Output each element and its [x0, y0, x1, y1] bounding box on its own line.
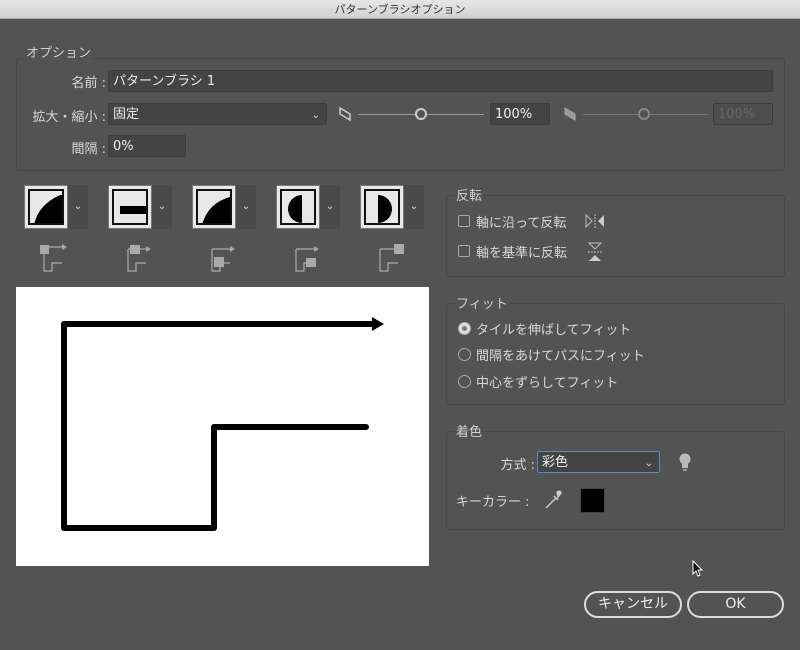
- name-label: 名前 :: [71, 76, 106, 91]
- options-group-label: オプション: [24, 42, 94, 61]
- side-tile-button[interactable]: ⌄: [24, 185, 88, 229]
- mouse-cursor-icon: [692, 560, 704, 577]
- chevron-down-icon[interactable]: ⌄: [152, 185, 172, 229]
- chevron-down-icon[interactable]: ⌄: [68, 185, 88, 229]
- flip-across-label: 軸を基準に反転: [476, 246, 568, 261]
- fit-spacing-radio[interactable]: [458, 348, 471, 361]
- chevron-down-icon[interactable]: ⌄: [236, 185, 256, 229]
- flip-along-icon: [585, 213, 604, 229]
- fit-stretch-label: タイルを伸ばしてフィット: [476, 323, 632, 338]
- flip-group: [446, 195, 785, 277]
- key-color-swatch[interactable]: [580, 488, 605, 513]
- end-tile-type-icon: [379, 244, 404, 272]
- method-dropdown[interactable]: 彩色 ⌄: [537, 451, 660, 473]
- fit-stretch-radio[interactable]: [458, 322, 471, 335]
- end-tile-button[interactable]: ⌄: [360, 185, 424, 229]
- flip-group-label: 反転: [454, 185, 485, 204]
- chevron-down-icon: ⌄: [644, 458, 653, 469]
- lightbulb-tip-icon[interactable]: [678, 452, 692, 472]
- fit-spacing-label: 間隔をあけてパスにフィット: [476, 349, 645, 364]
- inner-corner-tile-button[interactable]: ⌄: [192, 185, 256, 229]
- scale-slider-knob[interactable]: [415, 108, 427, 120]
- flip-across-checkbox[interactable]: [458, 245, 470, 257]
- method-dropdown-value: 彩色: [542, 455, 569, 470]
- eyedropper-icon[interactable]: [543, 489, 563, 511]
- key-color-label: キーカラー :: [456, 495, 530, 510]
- scale-percent-disabled-input: 100%: [713, 103, 773, 125]
- start-tile-type-icon: [295, 246, 319, 272]
- flip-across-icon: [587, 242, 603, 261]
- title-bar: パターンブラシオプション: [0, 0, 800, 19]
- spacing-label: 間隔 :: [71, 142, 106, 157]
- fit-approximate-label: 中心をずらしてフィット: [476, 376, 619, 391]
- start-tile-button[interactable]: ⌄: [276, 185, 340, 229]
- colorization-group: [446, 431, 785, 530]
- chevron-down-icon[interactable]: ⌄: [404, 185, 424, 229]
- scale-percent-input[interactable]: 100%: [490, 103, 550, 125]
- scale-min-icon: [339, 106, 351, 122]
- spacing-input[interactable]: 0%: [108, 135, 186, 157]
- flip-along-label: 軸に沿って反転: [476, 216, 567, 231]
- colorization-group-label: 着色: [454, 421, 485, 440]
- outer-corner-tile-button[interactable]: ⌄: [108, 185, 172, 229]
- flip-along-checkbox[interactable]: [458, 215, 470, 227]
- scale-label: 拡大・縮小 :: [32, 110, 106, 125]
- inner-corner-tile-type-icon: [211, 246, 235, 272]
- name-input[interactable]: パターンブラシ 1: [108, 70, 773, 92]
- outer-corner-tile-type-icon: [127, 245, 151, 272]
- scale-dropdown[interactable]: 固定 ⌄: [108, 103, 327, 125]
- scale-max-icon: [564, 107, 576, 121]
- fit-approximate-radio[interactable]: [458, 375, 471, 388]
- side-tile-type-icon: [40, 244, 67, 272]
- window-title: パターンブラシオプション: [334, 3, 466, 16]
- scale-dropdown-value: 固定: [113, 107, 140, 122]
- cancel-button[interactable]: キャンセル: [584, 591, 682, 618]
- scale-slider2-knob: [638, 108, 650, 120]
- chevron-down-icon[interactable]: ⌄: [320, 185, 340, 229]
- chevron-down-icon: ⌄: [311, 110, 320, 121]
- ok-button[interactable]: OK: [687, 591, 784, 618]
- brush-preview: [16, 287, 429, 566]
- fit-group-label: フィット: [454, 293, 510, 312]
- method-label: 方式 :: [500, 458, 535, 473]
